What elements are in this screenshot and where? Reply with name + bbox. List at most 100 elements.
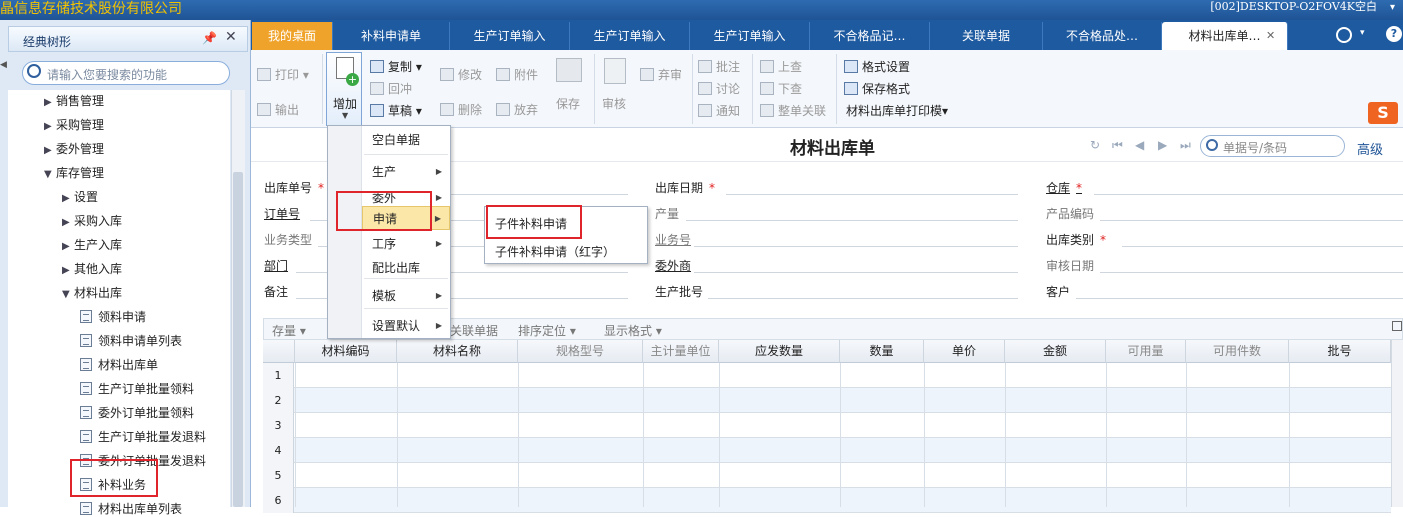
print-template-select[interactable]: 材料出库单打印模▾ [846,102,948,119]
chevron-right-icon[interactable]: ▶ [62,265,74,276]
field-prod-batch[interactable] [708,298,1018,299]
function-search-input[interactable]: 请输入您要搜索的功能 [22,61,230,85]
column-header[interactable]: 应发数量 [719,340,840,363]
print-button[interactable]: 打印 ▾ [257,66,309,83]
save-icon[interactable] [556,58,582,82]
discuss-button[interactable]: 讨论 [698,80,740,97]
save-button[interactable]: 保存 [556,95,580,112]
column-header[interactable]: 可用量 [1106,340,1186,363]
expand-icon[interactable] [1392,321,1402,331]
tree-item[interactable]: ▼ 材料出库 [62,284,122,301]
tree-item[interactable]: ▶ 生产入库 [62,236,122,253]
menu-item[interactable]: 模板 ▶ [362,284,450,308]
attach-button[interactable]: 附件 [496,66,538,83]
reject-button[interactable]: 弃审 [640,66,682,83]
modify-button[interactable]: 修改 [440,66,482,83]
table-row[interactable]: 6 [263,488,1391,513]
menu-item[interactable]: 配比出库 [362,256,450,280]
tab[interactable]: 我的桌面 [252,22,333,50]
label-warehouse[interactable]: 仓库 * [1046,179,1082,196]
tree-item[interactable]: ▼ 库存管理 [44,164,104,181]
field-outsourcer[interactable] [694,272,1018,273]
user-icon[interactable] [1336,27,1352,43]
tree-item[interactable]: 领料申请单列表 [80,332,182,349]
tree-item[interactable]: ▶ 销售管理 [44,92,104,109]
chevron-down-icon[interactable]: ▾ [1360,28,1365,38]
menu-item[interactable]: 空白单据 [362,128,450,152]
chevron-right-icon[interactable]: ▶ [44,97,56,108]
column-header[interactable]: 材料编码 [295,340,397,363]
menu-item[interactable]: 设置默认 ▶ [362,314,450,338]
first-record-icon[interactable]: ⏮ [1112,138,1123,153]
menu-item[interactable]: 生产 ▶ [362,160,450,184]
column-header[interactable]: 材料名称 [397,340,518,363]
field-audit-date[interactable] [1100,272,1403,273]
field-product-code[interactable] [1100,220,1403,221]
link-all-button[interactable]: 整单关联 [760,102,826,119]
tab[interactable]: 生产订单输入 [450,22,570,50]
column-header[interactable]: 规格型号 [518,340,643,363]
add-button[interactable]: + 增加 ▼ [326,52,362,126]
table-row[interactable]: 5 [263,463,1391,488]
table-row[interactable]: 3 [263,413,1391,438]
save-format-button[interactable]: 保存格式 [844,80,910,97]
label-biz-no[interactable]: 业务号 [655,231,691,248]
tree-item[interactable]: 生产订单批量领料 [80,380,194,397]
close-icon[interactable]: ✕ [225,29,237,45]
export-button[interactable]: 输出 [257,101,299,118]
tree-item[interactable]: 材料出库单列表 [80,500,182,517]
chevron-right-icon[interactable]: ▶ [44,121,56,132]
table-row[interactable]: 4 [263,438,1391,463]
chevron-right-icon[interactable]: ▶ [44,145,56,156]
revert-button[interactable]: 回冲 [370,80,412,97]
chevron-right-icon[interactable]: ▶ [62,241,74,252]
prev-record-icon[interactable]: ◀ [1135,138,1144,152]
chevron-right-icon[interactable]: ▶ [62,193,74,204]
tree-item[interactable]: 领料申请 [80,308,146,325]
sort-locate-button[interactable]: 排序定位 ▾ [518,322,576,339]
tab[interactable]: 不合格品记… [810,22,930,50]
tab[interactable]: 关联单据 [930,22,1043,50]
notify-button[interactable]: 通知 [698,102,740,119]
trace-up-button[interactable]: 上查 [760,58,802,75]
display-format-button[interactable]: 显示格式 ▾ [604,322,662,339]
tree-scrollbar-thumb[interactable] [233,172,243,507]
window-menu-icon[interactable]: ▾ [1390,2,1395,13]
tree-item[interactable]: ▶ 委外管理 [44,140,104,157]
column-header[interactable]: 数量 [840,340,924,363]
stock-button[interactable]: 存量 ▾ [272,322,306,339]
tab-close-icon[interactable]: ✕ [1266,22,1275,50]
delete-button[interactable]: 删除 [440,101,482,118]
field-warehouse[interactable] [1094,194,1403,195]
format-setting-button[interactable]: 格式设置 [844,58,910,75]
annotate-button[interactable]: 批注 [698,58,740,75]
copy-button[interactable]: 复制 ▾ [370,58,422,75]
tree-item[interactable]: ▶ 采购入库 [62,212,122,229]
collapse-handle-icon[interactable]: ◀ [0,60,7,72]
tree-item[interactable]: ▶ 设置 [62,188,98,205]
field-customer[interactable] [1076,298,1403,299]
draft-button[interactable]: 草稿 ▾ [370,102,422,119]
grid-scrollbar[interactable] [1391,340,1403,507]
chevron-down-icon[interactable]: ▼ [44,169,56,180]
field-out-category[interactable] [1122,246,1403,247]
last-record-icon[interactable]: ⏭ [1180,138,1191,153]
table-row[interactable]: 1 [263,363,1391,388]
advanced-search-link[interactable]: 高级 [1357,139,1383,158]
pin-icon[interactable]: 📌 [202,31,217,45]
tree-item[interactable]: ▶ 其他入库 [62,260,122,277]
tab[interactable]: 补料申请单 [333,22,450,50]
label-order-no[interactable]: 订单号 [264,205,300,222]
tab[interactable]: 不合格品处… [1043,22,1162,50]
column-header[interactable]: 批号 [1289,340,1391,363]
next-record-icon[interactable]: ▶ [1158,138,1167,152]
label-dept[interactable]: 部门 [264,257,288,274]
trace-down-button[interactable]: 下查 [760,80,802,97]
audit-icon[interactable] [604,58,626,84]
menu-item[interactable]: 工序 ▶ [362,232,450,256]
document-search-input[interactable]: 单据号/条码 [1200,135,1345,157]
tree-item[interactable]: ▶ 采购管理 [44,116,104,133]
tree-item[interactable]: 材料出库单 [80,356,158,373]
tab[interactable]: 材料出库单… ✕ [1162,22,1288,50]
column-header[interactable]: 可用件数 [1186,340,1289,363]
